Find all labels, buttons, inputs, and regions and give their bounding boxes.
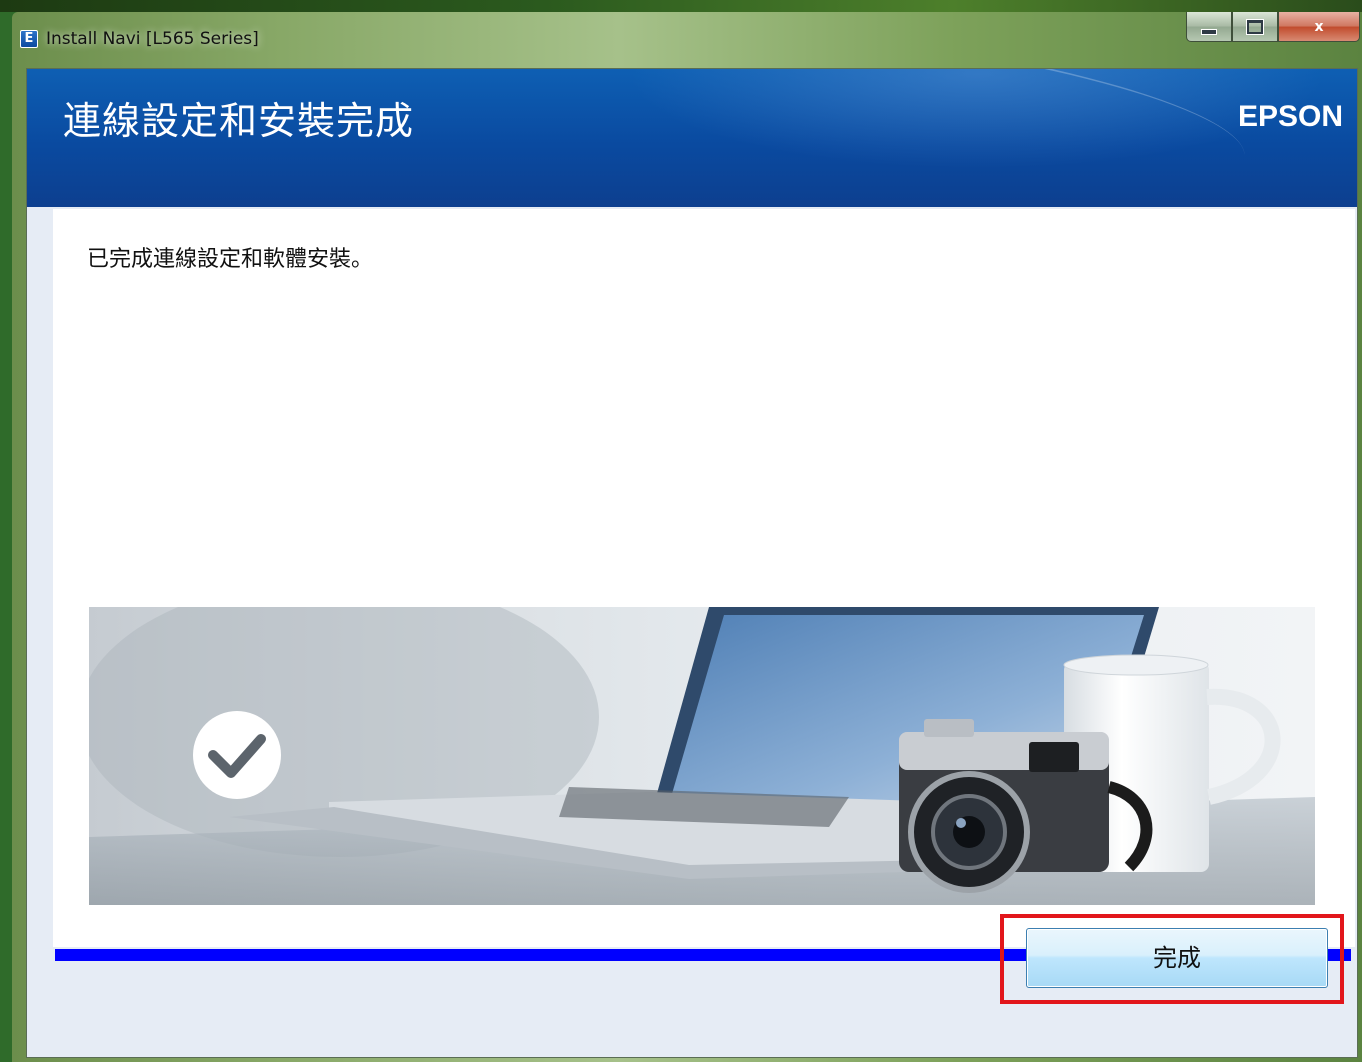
minimize-button[interactable] bbox=[1186, 12, 1232, 42]
desktop-background bbox=[0, 0, 1362, 12]
header-swoosh bbox=[340, 69, 1254, 207]
maximize-button[interactable] bbox=[1232, 12, 1278, 42]
illustration-graphic bbox=[89, 607, 1315, 905]
completion-illustration bbox=[89, 607, 1315, 905]
content-panel: 已完成連線設定和軟體安裝。 bbox=[53, 209, 1355, 947]
installer-window: E Install Navi [L565 Series] x 連線設定和安裝完成… bbox=[12, 12, 1362, 1062]
window-title: Install Navi [L565 Series] bbox=[46, 29, 259, 49]
completion-message: 已完成連線設定和軟體安裝。 bbox=[87, 247, 374, 272]
page-title: 連線設定和安裝完成 bbox=[63, 99, 415, 143]
maximize-icon bbox=[1247, 19, 1263, 34]
close-icon: x bbox=[1314, 18, 1324, 35]
client-area: 連線設定和安裝完成 EPSON 已完成連線設定和軟體安裝。 bbox=[26, 68, 1358, 1058]
close-button[interactable]: x bbox=[1278, 12, 1360, 42]
app-icon: E bbox=[20, 30, 38, 48]
window-controls: x bbox=[1186, 12, 1360, 42]
epson-logo: EPSON bbox=[1237, 100, 1343, 133]
checkmark-circle-icon bbox=[193, 711, 281, 799]
title-bar[interactable]: E Install Navi [L565 Series] x bbox=[12, 12, 1362, 68]
finish-button[interactable]: 完成 bbox=[1026, 928, 1328, 988]
minimize-icon bbox=[1201, 28, 1217, 35]
header-banner: 連線設定和安裝完成 EPSON bbox=[27, 69, 1357, 207]
